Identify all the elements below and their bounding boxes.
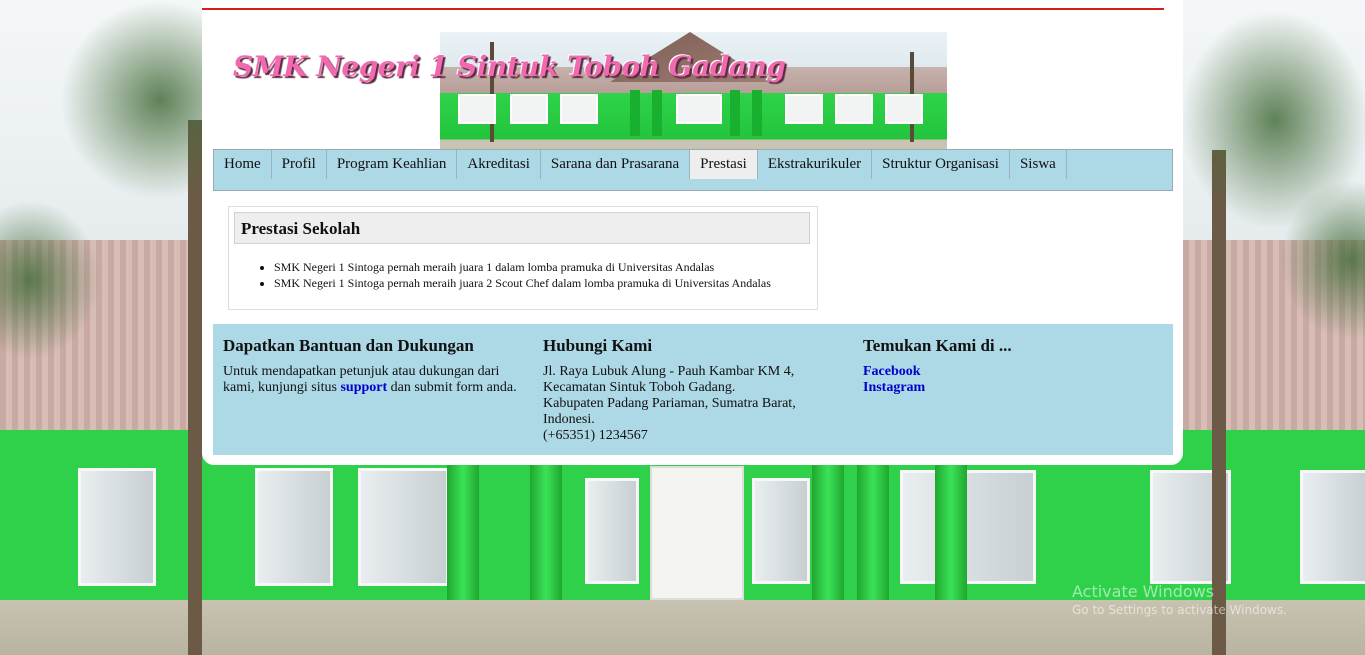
header-photo-window [885, 94, 923, 124]
list-item: SMK Negeri 1 Sintoga pernah meraih juara… [274, 259, 771, 275]
instagram-link[interactable]: Instagram [863, 380, 925, 395]
header-photo-window [510, 94, 548, 124]
background-window [358, 468, 449, 586]
list-item: SMK Negeri 1 Sintoga pernah meraih juara… [274, 275, 771, 291]
background-pillar [935, 465, 967, 610]
header-photo-window [560, 94, 598, 124]
background-pillar [447, 465, 479, 610]
footer-support-heading: Dapatkan Bantuan dan Dukungan [223, 336, 474, 355]
address-line: Kabupaten Padang Pariaman, Sumatra Barat… [543, 396, 796, 411]
header-photo-door [676, 94, 722, 124]
header-photo-window [458, 94, 496, 124]
nav-item-siswa[interactable]: Siswa [1010, 150, 1067, 179]
palm-tree-trunk [1212, 150, 1226, 655]
nav-item-ekstrakurikuler[interactable]: Ekstrakurikuler [758, 150, 873, 179]
main-panel: SMK Negeri 1 Sintuk Toboh Gadang Home Pr… [202, 0, 1183, 465]
header-photo-pillar [630, 90, 640, 136]
palm-tree-trunk [188, 120, 202, 655]
contact-phone: (+65351) 1234567 [543, 428, 648, 443]
background-pillar [812, 465, 844, 610]
footer-social-heading: Temukan Kami di ... [863, 336, 1012, 355]
site-footer: Dapatkan Bantuan dan Dukungan Untuk mend… [213, 324, 1173, 455]
header-photo-window [785, 94, 823, 124]
watermark-subtitle: Go to Settings to activate Windows. [1072, 603, 1287, 617]
background-window [255, 468, 333, 586]
nav-item-sarana-prasarana[interactable]: Sarana dan Prasarana [541, 150, 691, 179]
footer-contact-address: Jl. Raya Lubuk Alung - Pauh Kambar KM 4,… [543, 364, 843, 444]
site-title: SMK Negeri 1 Sintuk Toboh Gadang [233, 50, 786, 83]
address-line: Indonesi. [543, 412, 595, 427]
nav-item-home[interactable]: Home [214, 150, 272, 179]
activate-windows-watermark: Activate Windows Go to Settings to activ… [1072, 582, 1287, 617]
address-line: Jl. Raya Lubuk Alung - Pauh Kambar KM 4, [543, 364, 795, 379]
footer-social-links: Facebook Instagram [863, 364, 925, 396]
header-photo-pillar [752, 90, 762, 136]
nav-item-akreditasi[interactable]: Akreditasi [457, 150, 541, 179]
watermark-title: Activate Windows [1072, 582, 1215, 601]
background-window [1300, 470, 1365, 584]
header-photo-pillar [652, 90, 662, 136]
background-window [78, 468, 156, 586]
footer-contact-heading: Hubungi Kami [543, 336, 653, 355]
achievements-heading: Prestasi Sekolah [234, 212, 810, 244]
background-pillar [530, 465, 562, 610]
nav-item-struktur-organisasi[interactable]: Struktur Organisasi [872, 150, 1010, 179]
facebook-link[interactable]: Facebook [863, 364, 921, 379]
nav-item-profil[interactable]: Profil [272, 150, 327, 179]
site-header: SMK Negeri 1 Sintuk Toboh Gadang [202, 10, 1183, 149]
support-text-after: dan submit form anda. [387, 380, 517, 395]
background-pillar [857, 465, 889, 610]
header-photo-pillar [730, 90, 740, 136]
background-window [900, 470, 1036, 584]
support-link[interactable]: support [340, 380, 387, 395]
achievements-list: SMK Negeri 1 Sintoga pernah meraih juara… [255, 259, 771, 291]
background-door [650, 466, 744, 600]
address-line: Kecamatan Sintuk Toboh Gadang. [543, 380, 736, 395]
header-photo-window [835, 94, 873, 124]
footer-support-text: Untuk mendapatkan petunjuk atau dukungan… [223, 364, 523, 396]
nav-item-program-keahlian[interactable]: Program Keahlian [327, 150, 458, 179]
background-window [585, 478, 639, 584]
main-navigation: Home Profil Program Keahlian Akreditasi … [213, 149, 1173, 191]
background-window [752, 478, 810, 584]
achievements-box: Prestasi Sekolah SMK Negeri 1 Sintoga pe… [228, 206, 818, 310]
nav-item-prestasi[interactable]: Prestasi [690, 150, 758, 179]
